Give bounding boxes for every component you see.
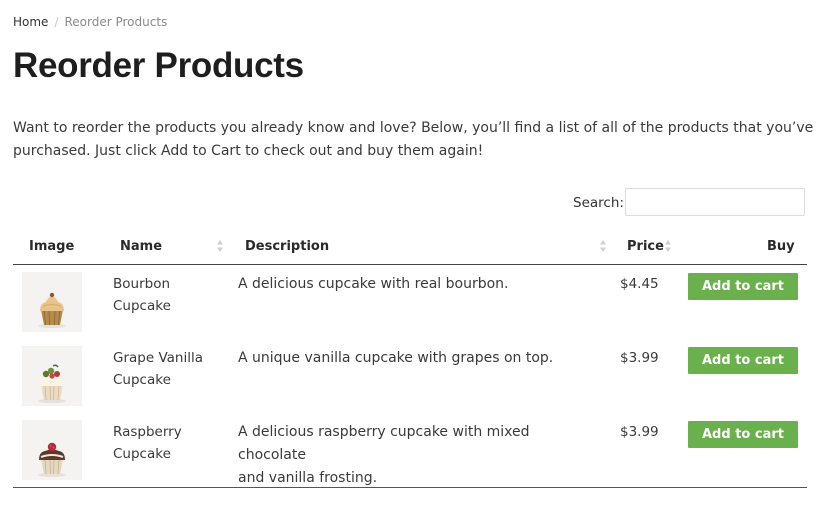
breadcrumb-current: Reorder Products [64,15,168,29]
column-header-buy: Buy [767,239,795,254]
product-description: A delicious raspberry cupcake with mixed… [238,424,530,486]
page-title: Reorder Products [13,46,304,85]
search-input[interactable] [625,188,805,216]
column-header-image: Image [29,239,75,254]
breadcrumb-separator: / [54,15,59,29]
product-name: Raspberry Cupcake [113,424,182,462]
intro-line-2: purchased. Just click Add to Cart to che… [13,143,484,159]
breadcrumb: Home / Reorder Products [13,13,167,31]
table-row: Bourbon Cupcake A delicious cupcake with… [0,265,820,339]
product-description: A delicious cupcake with real bourbon. [238,276,509,292]
product-name: Bourbon Cupcake [113,276,171,314]
product-price: $3.99 [620,350,659,366]
column-header-price[interactable]: Price [627,238,664,256]
breadcrumb-home-link[interactable]: Home [13,15,48,29]
cupcake-raspberry-thumbnail[interactable] [22,420,82,480]
product-price: $4.45 [620,276,659,292]
cupcake-bourbon-thumbnail[interactable] [22,272,82,332]
sort-price-icon[interactable] [664,238,672,254]
add-to-cart-button[interactable]: Add to cart [688,421,798,448]
intro-text: Want to reorder the products you already… [13,117,814,163]
product-price: $3.99 [620,424,659,440]
sort-description-icon[interactable] [599,238,607,254]
product-name: Grape Vanilla Cupcake [113,350,203,388]
add-to-cart-button[interactable]: Add to cart [688,347,798,374]
intro-line-1: Want to reorder the products you already… [13,120,814,136]
column-header-description[interactable]: Description [245,238,329,256]
search-label: Search: [573,195,624,211]
cupcake-grape-vanilla-thumbnail[interactable] [22,346,82,406]
add-to-cart-button[interactable]: Add to cart [688,273,798,300]
product-description: A unique vanilla cupcake with grapes on … [238,350,554,366]
table-row: Raspberry Cupcake A delicious raspberry … [0,413,820,487]
table-row: Grape Vanilla Cupcake A unique vanilla c… [0,339,820,413]
sort-name-icon[interactable] [216,238,224,254]
table-footer-divider [13,487,807,488]
column-header-name[interactable]: Name [120,238,162,256]
